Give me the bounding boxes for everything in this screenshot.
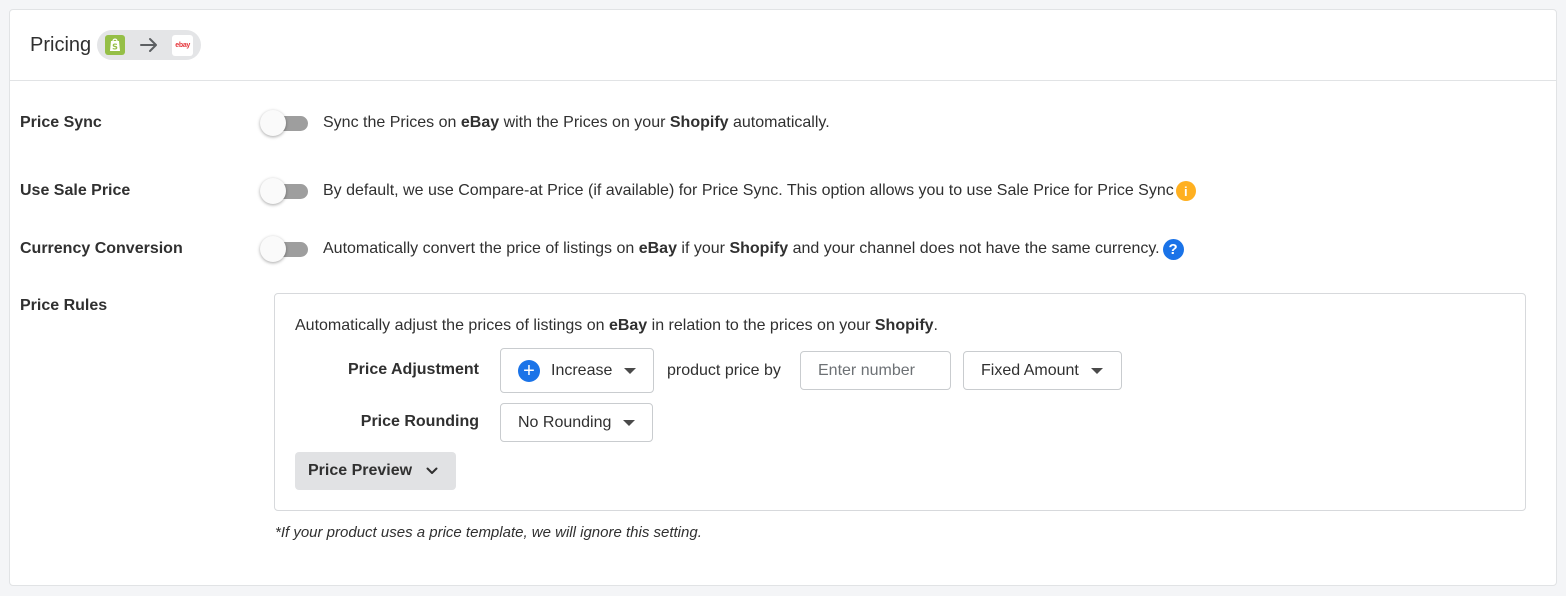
price-adjustment-label: Price Adjustment <box>348 361 479 378</box>
price-preview-button[interactable]: Price Preview <box>295 452 456 490</box>
svg-text:S: S <box>112 43 118 52</box>
toggle-knob <box>260 236 286 262</box>
intro-text: Automatically adjust the prices of listi… <box>295 317 609 334</box>
price-rules-label: Price Rules <box>20 297 108 314</box>
desc-text: if your <box>681 240 725 257</box>
adjustment-direction-value: Increase <box>551 361 613 379</box>
chevron-down-icon <box>426 467 438 475</box>
desc-ebay: eBay <box>460 114 500 131</box>
adjustment-type-value: Fixed Amount <box>981 361 1079 379</box>
price-sync-description: Sync the Prices on eBay with the Prices … <box>323 114 830 132</box>
sale-price-row: Use Sale Price By default, we use Compar… <box>20 177 1546 205</box>
arrow-right-icon <box>139 37 159 53</box>
help-icon[interactable]: ? <box>1162 238 1184 260</box>
price-preview-label: Price Preview <box>308 462 413 479</box>
adjustment-type-select[interactable]: Fixed Amount <box>963 351 1122 390</box>
price-rules-intro: Automatically adjust the prices of listi… <box>295 317 938 335</box>
intro-shopify: Shopify <box>874 317 934 334</box>
price-sync-label: Price Sync <box>20 114 102 131</box>
desc-text: Sync the Prices on <box>323 114 457 131</box>
desc-text: automatically. <box>733 114 830 131</box>
price-rules-panel: Automatically adjust the prices of listi… <box>274 293 1526 511</box>
caret-down-icon <box>1090 367 1103 374</box>
price-sync-toggle[interactable] <box>260 109 308 137</box>
sale-price-label: Use Sale Price <box>20 182 131 199</box>
caret-down-icon <box>623 419 636 426</box>
desc-text: Automatically convert the price of listi… <box>323 240 635 257</box>
card-title: Pricing <box>30 33 92 56</box>
desc-text: and your channel does not have the same … <box>792 240 1160 257</box>
ebay-logo-text: ebay <box>175 41 191 49</box>
price-rounding-label: Price Rounding <box>360 413 479 430</box>
desc-text: By default, we use Compare-at Price (if … <box>323 182 1174 199</box>
toggle-knob <box>260 110 286 136</box>
desc-shopify: Shopify <box>669 114 729 131</box>
plus-icon: + <box>518 359 540 382</box>
currency-conversion-toggle[interactable] <box>260 235 308 263</box>
shopify-logo-icon: S <box>105 35 126 55</box>
card-header: Pricing S ebay <box>10 10 1556 81</box>
info-icon[interactable]: i <box>1175 181 1196 201</box>
sale-price-description: By default, we use Compare-at Price (if … <box>323 181 1196 201</box>
sync-direction-badge: S ebay <box>97 30 202 60</box>
desc-text: with the Prices on your <box>503 114 666 131</box>
adjustment-connector-text: product price by <box>667 362 781 379</box>
price-rounding-value: No Rounding <box>518 413 612 431</box>
adjustment-amount-input[interactable] <box>800 351 951 390</box>
price-sync-row: Price Sync Sync the Prices on eBay with … <box>20 109 1546 137</box>
currency-conversion-label: Currency Conversion <box>20 240 183 257</box>
desc-ebay: eBay <box>638 240 677 257</box>
ebay-logo-icon: ebay <box>172 34 194 56</box>
adjustment-direction-select[interactable]: + Increase <box>500 348 654 393</box>
toggle-knob <box>260 178 286 204</box>
price-rounding-select[interactable]: No Rounding <box>500 403 653 442</box>
intro-text: in relation to the prices on your <box>647 317 875 334</box>
sale-price-toggle[interactable] <box>260 177 308 205</box>
caret-down-icon <box>624 367 637 374</box>
intro-ebay: eBay <box>608 317 648 334</box>
intro-text: . <box>933 317 938 334</box>
price-rules-footnote: *If your product uses a price template, … <box>275 524 702 541</box>
desc-shopify: Shopify <box>729 240 789 257</box>
currency-conversion-description: Automatically convert the price of listi… <box>323 238 1184 260</box>
currency-conversion-row: Currency Conversion Automatically conver… <box>20 235 1546 263</box>
